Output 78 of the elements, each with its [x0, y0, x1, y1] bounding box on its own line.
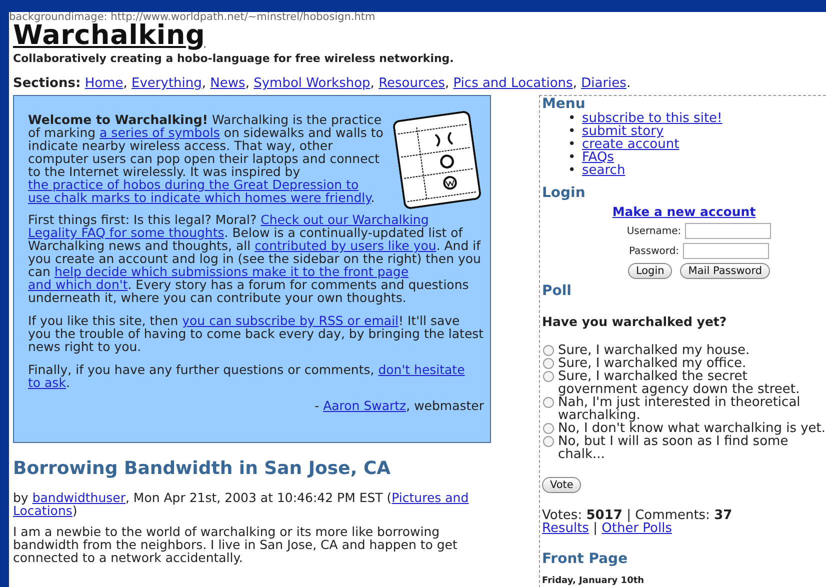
welcome-text: Finally, if you have any further questions or comments, don't hesitate to ask.	[28, 363, 466, 389]
poll-option: No, but I will as soon as I find some chalk...	[558, 435, 826, 461]
mail-password-button[interactable]: Mail Password	[680, 263, 770, 279]
radio-button[interactable]	[543, 423, 554, 434]
poll-question: Have you warchalked yet?	[542, 315, 728, 328]
separator: ,	[370, 76, 374, 91]
separator: ,	[444, 76, 450, 91]
field-label: Username:	[626, 224, 682, 238]
separator: |	[626, 508, 631, 523]
vote-button[interactable]: Vote	[542, 477, 582, 493]
separator: |	[593, 521, 598, 536]
bullet: •	[568, 164, 577, 177]
poll-link[interactable]: Results	[542, 521, 589, 536]
separator: ,	[123, 76, 128, 91]
site-title[interactable]: Warchalking	[13, 23, 206, 48]
comments-count: 37	[714, 508, 732, 523]
bullet: •	[568, 151, 577, 164]
nav-link[interactable]: Diaries	[581, 76, 626, 91]
section-heading: Poll	[542, 283, 572, 299]
radio-button[interactable]	[543, 436, 554, 447]
menu-link[interactable]: create account	[582, 137, 680, 152]
radio-button[interactable]	[543, 397, 554, 408]
separator: ,	[245, 76, 250, 91]
new-account-link[interactable]: Make a new account	[612, 204, 756, 219]
date-heading: Friday, January 10th	[542, 575, 646, 587]
username-field[interactable]	[685, 223, 772, 239]
text-link[interactable]: you can subscribe by RSS or email	[182, 313, 399, 328]
votes-count: 5017	[586, 508, 622, 523]
poll-link[interactable]: Other Polls	[602, 521, 672, 536]
votes-label: Votes:	[542, 508, 582, 523]
text-link[interactable]: bandwidthuser	[32, 490, 126, 505]
nav-link[interactable]: Symbol Workshop	[254, 76, 370, 91]
text-link[interactable]: don't hesitate	[378, 362, 465, 377]
poll-option: Sure, I warchalked the secret government agency down the street.	[558, 370, 826, 396]
section-heading: Login	[542, 185, 586, 201]
section-heading: Front Page	[542, 551, 629, 567]
background-note: backgroundimage: http://www.worldpath.net/~minstrel/hobosign.htm	[9, 12, 376, 23]
separator: ,	[202, 76, 206, 91]
menu-link[interactable]: submit story	[582, 124, 664, 139]
poll-option: No, I don't know what warchalking is yet.	[558, 422, 826, 435]
login-button[interactable]: Login	[628, 263, 672, 279]
welcome-text: First things first: Is this legal? Moral? Check out our Warchalking Legality FAQ for some thoughts. Below is a continually-updated list of Warchalking news and thoughts, all contributed by users like you. And if you create an account and log in (see the sidebar on the right) then you can help decide which submissions make it to the front page and which don't. Every story has a forum for comments and questions underneath it, where you can contribute your own thoughts.	[28, 213, 482, 304]
radio-button[interactable]	[543, 345, 554, 356]
comments-label: Comments:	[635, 508, 710, 523]
menu-link[interactable]: FAQs	[582, 150, 614, 165]
radio-button[interactable]	[543, 358, 554, 369]
text-link[interactable]: and which don't	[28, 277, 128, 292]
text-link[interactable]: Pictures and	[392, 490, 469, 505]
poll-option: Nah, I'm just interested in theoretical warchalking.	[558, 396, 826, 422]
nav-link[interactable]: News	[210, 76, 246, 91]
sections-label: Sections:	[13, 76, 81, 91]
separator: ,	[572, 76, 577, 91]
site-tagline: Collaboratively creating a hobo-language for free wireless networking.	[13, 52, 455, 65]
poll-option: Sure, I warchalked my house.	[558, 344, 750, 357]
text-link[interactable]: Aaron Swartz	[323, 398, 406, 413]
section-heading: Menu	[542, 96, 586, 112]
nav-link[interactable]: Pics and Locations	[453, 76, 573, 91]
bullet: •	[568, 125, 577, 138]
story-title: Borrowing Bandwidth in San Jose, CA	[13, 459, 392, 479]
nav-link[interactable]: Resources	[378, 76, 445, 91]
nav-link[interactable]: Home	[84, 76, 124, 91]
field-label: Password:	[628, 244, 680, 258]
welcome-text: If you like this site, then you can subscribe by RSS or email! It'll save you the trouble of having to come back every day, by bringing the latest news right to you.	[28, 314, 484, 353]
welcome-text: Welcome to Warchalking! Warchalking is the practice of marking a series of symbols on sidewalks and walls to indicate nearby wireless access. That way, other computer users can pop open their laptops and connect to the Internet wirelessly. It was inspired by the practice of hobos during the Great Depression to use chalk marks to indicate which homes were friendly.	[28, 113, 384, 205]
byline-text: by bandwidthuser, Mon Apr 21st, 2003 at 10:46:42 PM EST (Pictures and Locations)	[13, 491, 470, 517]
menu-link[interactable]: search	[582, 163, 626, 178]
poll-option: Sure, I warchalked my office.	[558, 357, 746, 370]
story-body: I am a newbie to the world of warchalking or its more like borrowing bandwidth from the neighbors. I live in San Jose, CA and happen to get connected to a network accidentally.	[13, 525, 458, 564]
password-field[interactable]	[683, 243, 770, 259]
radio-button[interactable]	[543, 371, 554, 382]
bullet: •	[568, 138, 577, 151]
menu-link[interactable]: subscribe to this site!	[582, 111, 722, 126]
nav-link[interactable]: Everything	[132, 76, 202, 91]
bullet: •	[568, 112, 577, 125]
text-link[interactable]: use chalk marks to indicate which homes were friendly	[28, 190, 371, 205]
text-link[interactable]: Check out our Warchalking	[260, 212, 429, 227]
separator: .	[626, 76, 631, 91]
signature-text: - Aaron Swartz, webmaster	[314, 399, 484, 412]
